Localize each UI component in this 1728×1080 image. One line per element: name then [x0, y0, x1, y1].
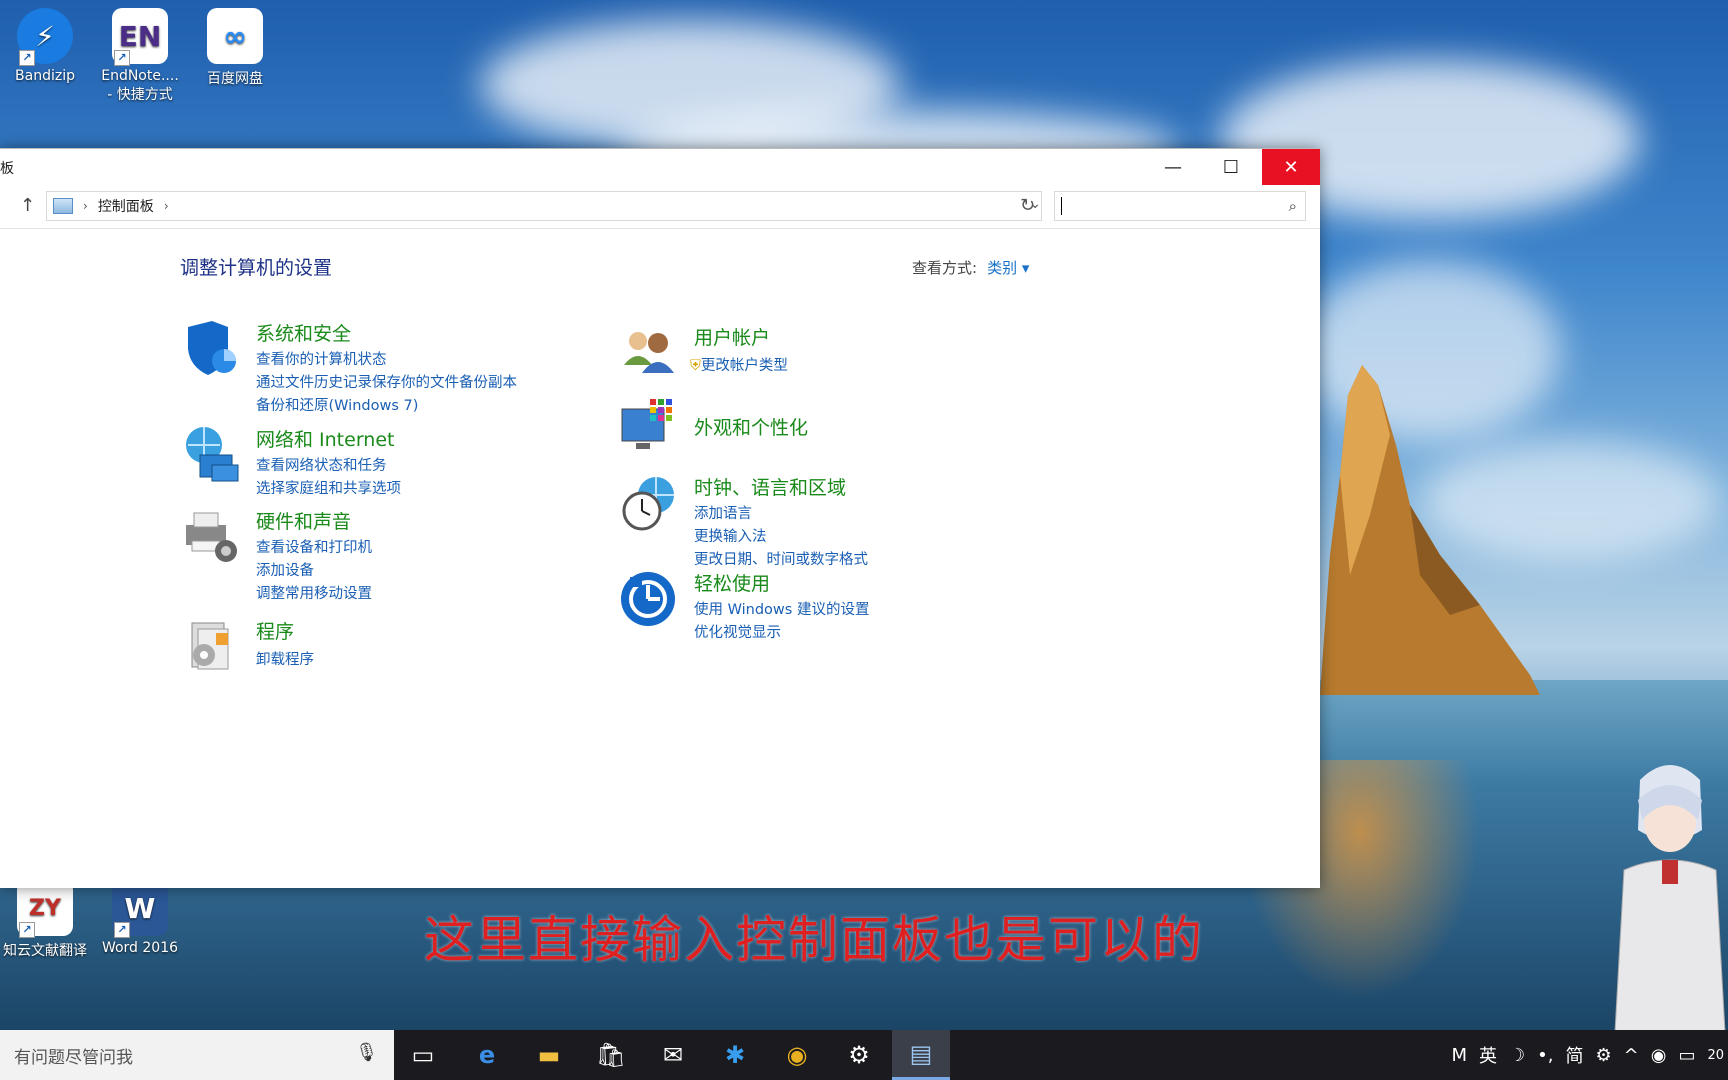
shield-icon[interactable]: [182, 319, 240, 377]
link-optimize-visual[interactable]: 优化视觉显示: [694, 622, 869, 645]
store-icon[interactable]: 🛍: [582, 1030, 640, 1080]
category-title[interactable]: 轻松使用: [694, 569, 770, 596]
printer-icon[interactable]: [182, 507, 240, 565]
page-title: 调整计算机的设置: [180, 257, 333, 279]
programs-icon[interactable]: [182, 617, 240, 675]
microphone-icon[interactable]: 🎙: [355, 1042, 378, 1063]
search-icon[interactable]: ⌕: [1289, 197, 1297, 215]
desktop-icon-baidu-netdisk[interactable]: ∞ 百度网盘: [190, 8, 280, 88]
system-tray: M 英 ☽ •, 简 ⚙ ^ ◉ ▭ 20: [1445, 1030, 1728, 1080]
pinned-app-icon[interactable]: ✱: [706, 1030, 764, 1080]
close-button[interactable]: ✕: [1262, 149, 1320, 185]
text-caret: [1061, 197, 1062, 215]
category-title[interactable]: 程序: [256, 617, 294, 644]
settings-gear-icon[interactable]: ⚙: [830, 1030, 888, 1080]
category-title[interactable]: 系统和安全: [256, 319, 351, 346]
taskbar-search-placeholder: 有问题尽管问我: [14, 1047, 133, 1068]
desktop-icon-label: EndNote....: [101, 68, 179, 84]
link-windows-recommended[interactable]: 使用 Windows 建议的设置: [694, 599, 869, 622]
taskbar: 有问题尽管问我 🎙 ▭ e ▬ 🛍 ✉ ✱ ◉ ⚙ ▤ M 英 ☽ •, 简 ⚙…: [0, 1030, 1728, 1080]
word-icon: W ↗: [112, 880, 168, 938]
cliff-rock: [1320, 365, 1540, 695]
ime-settings-icon[interactable]: ⚙: [1595, 1045, 1611, 1066]
category-title[interactable]: 硬件和声音: [256, 507, 351, 534]
ime-mode-icon[interactable]: M: [1451, 1045, 1467, 1066]
ime-punct-icon[interactable]: •,: [1537, 1045, 1553, 1066]
category-title[interactable]: 时钟、语言和区域: [694, 473, 846, 500]
network-globe-icon[interactable]: [182, 425, 240, 483]
zhiyun-icon: ZY ↗: [17, 880, 73, 938]
desktop-icon-endnote[interactable]: EN ↗ EndNote.... - 快捷方式: [95, 8, 185, 104]
appearance-icon[interactable]: [620, 397, 678, 455]
window-title: 板: [0, 161, 14, 177]
battery-icon[interactable]: ▭: [1678, 1045, 1695, 1066]
up-arrow-icon[interactable]: ↑: [20, 195, 35, 216]
address-bar[interactable]: › 控制面板 › ⌄: [46, 191, 1042, 221]
link-add-language[interactable]: 添加语言: [694, 503, 868, 526]
link-text: 更改帐户类型: [700, 358, 788, 374]
view-by: 查看方式: 类别 ▾: [912, 257, 1029, 278]
link-change-account-type[interactable]: ⛨更改帐户类型: [690, 355, 788, 378]
file-explorer-icon[interactable]: ▬: [520, 1030, 578, 1080]
refresh-icon[interactable]: ↻: [1020, 195, 1035, 216]
category-title[interactable]: 网络和 Internet: [256, 425, 394, 452]
ime-simplified-icon[interactable]: 简: [1565, 1042, 1583, 1068]
link-change-input-method[interactable]: 更换输入法: [694, 526, 868, 549]
desktop-icon-label: 百度网盘: [207, 71, 263, 87]
endnote-icon: EN ↗: [112, 8, 168, 66]
tray-app-icon[interactable]: ◉: [1651, 1045, 1667, 1066]
maximize-button[interactable]: ☐: [1202, 149, 1260, 185]
clock-globe-icon[interactable]: [620, 473, 678, 531]
search-input[interactable]: ⌕: [1054, 191, 1306, 221]
desktop-icon-bandizip[interactable]: ⚡ ↗ Bandizip: [0, 8, 90, 84]
link-backup-restore[interactable]: 备份和还原(Windows 7): [256, 395, 517, 418]
user-accounts-icon[interactable]: [620, 323, 678, 381]
ime-moon-icon[interactable]: ☽: [1509, 1045, 1525, 1066]
control-panel-icon: [53, 198, 73, 214]
link-mobility-settings[interactable]: 调整常用移动设置: [256, 583, 372, 606]
desktop-icon-zhiyun[interactable]: ZY ↗ 知云文献翻译: [0, 880, 90, 960]
link-view-computer-status[interactable]: 查看你的计算机状态: [256, 349, 517, 372]
chrome-icon[interactable]: ◉: [768, 1030, 826, 1080]
uac-shield-icon: ⛨: [690, 358, 701, 374]
ease-of-access-icon[interactable]: [620, 569, 678, 627]
baidu-netdisk-icon: ∞: [207, 8, 263, 64]
link-homegroup[interactable]: 选择家庭组和共享选项: [256, 478, 401, 501]
category-title[interactable]: 用户帐户: [694, 323, 770, 350]
category-title[interactable]: 外观和个性化: [694, 413, 808, 440]
ime-language-icon[interactable]: 英: [1479, 1042, 1497, 1068]
content-area: 调整计算机的设置 查看方式: 类别 ▾ 系统和安全 查看你的计算机状态 通过文件历…: [0, 229, 1320, 888]
taskbar-search[interactable]: 有问题尽管问我 🎙: [0, 1030, 394, 1080]
view-by-label: 查看方式:: [912, 259, 978, 277]
avatar-character: [1613, 765, 1727, 1050]
edge-icon[interactable]: e: [458, 1030, 516, 1080]
desktop-icon-label: Word 2016: [101, 940, 179, 956]
chevron-right-icon: ›: [83, 199, 88, 213]
mail-icon[interactable]: ✉: [644, 1030, 702, 1080]
bandizip-icon: ⚡ ↗: [17, 8, 73, 66]
view-by-dropdown[interactable]: 类别 ▾: [987, 259, 1029, 277]
desktop-icon-label: - 快捷方式: [107, 87, 173, 103]
show-hidden-icons-chevron-icon[interactable]: ^: [1624, 1045, 1639, 1066]
link-devices-printers[interactable]: 查看设备和打印机: [256, 537, 372, 560]
breadcrumb[interactable]: 控制面板: [98, 196, 154, 216]
chevron-right-icon[interactable]: ›: [164, 199, 169, 213]
minimize-button[interactable]: —: [1144, 149, 1202, 185]
link-file-history[interactable]: 通过文件历史记录保存你的文件备份副本: [256, 372, 517, 395]
desktop-icon-label: 知云文献翻译: [3, 943, 87, 959]
link-add-device[interactable]: 添加设备: [256, 560, 372, 583]
control-panel-taskbar-icon[interactable]: ▤: [892, 1030, 950, 1080]
control-panel-window: 板 — ☐ ✕ ↑ › 控制面板 › ⌄ ↻ ⌕ 调整计算机的设置 查看方式: 类…: [0, 148, 1320, 888]
desktop-icon-word[interactable]: W ↗ Word 2016: [95, 880, 185, 956]
clock[interactable]: 20: [1707, 1048, 1724, 1063]
task-view-icon[interactable]: ▭: [394, 1030, 452, 1080]
address-row: ↑ › 控制面板 › ⌄ ↻ ⌕: [0, 185, 1320, 229]
desktop-icon-label: Bandizip: [15, 68, 75, 84]
link-network-status[interactable]: 查看网络状态和任务: [256, 455, 401, 478]
titlebar[interactable]: 板 — ☐ ✕: [0, 149, 1320, 185]
video-subtitle: 这里直接输入控制面板也是可以的: [424, 911, 1204, 969]
link-uninstall-program[interactable]: 卸载程序: [256, 649, 314, 672]
